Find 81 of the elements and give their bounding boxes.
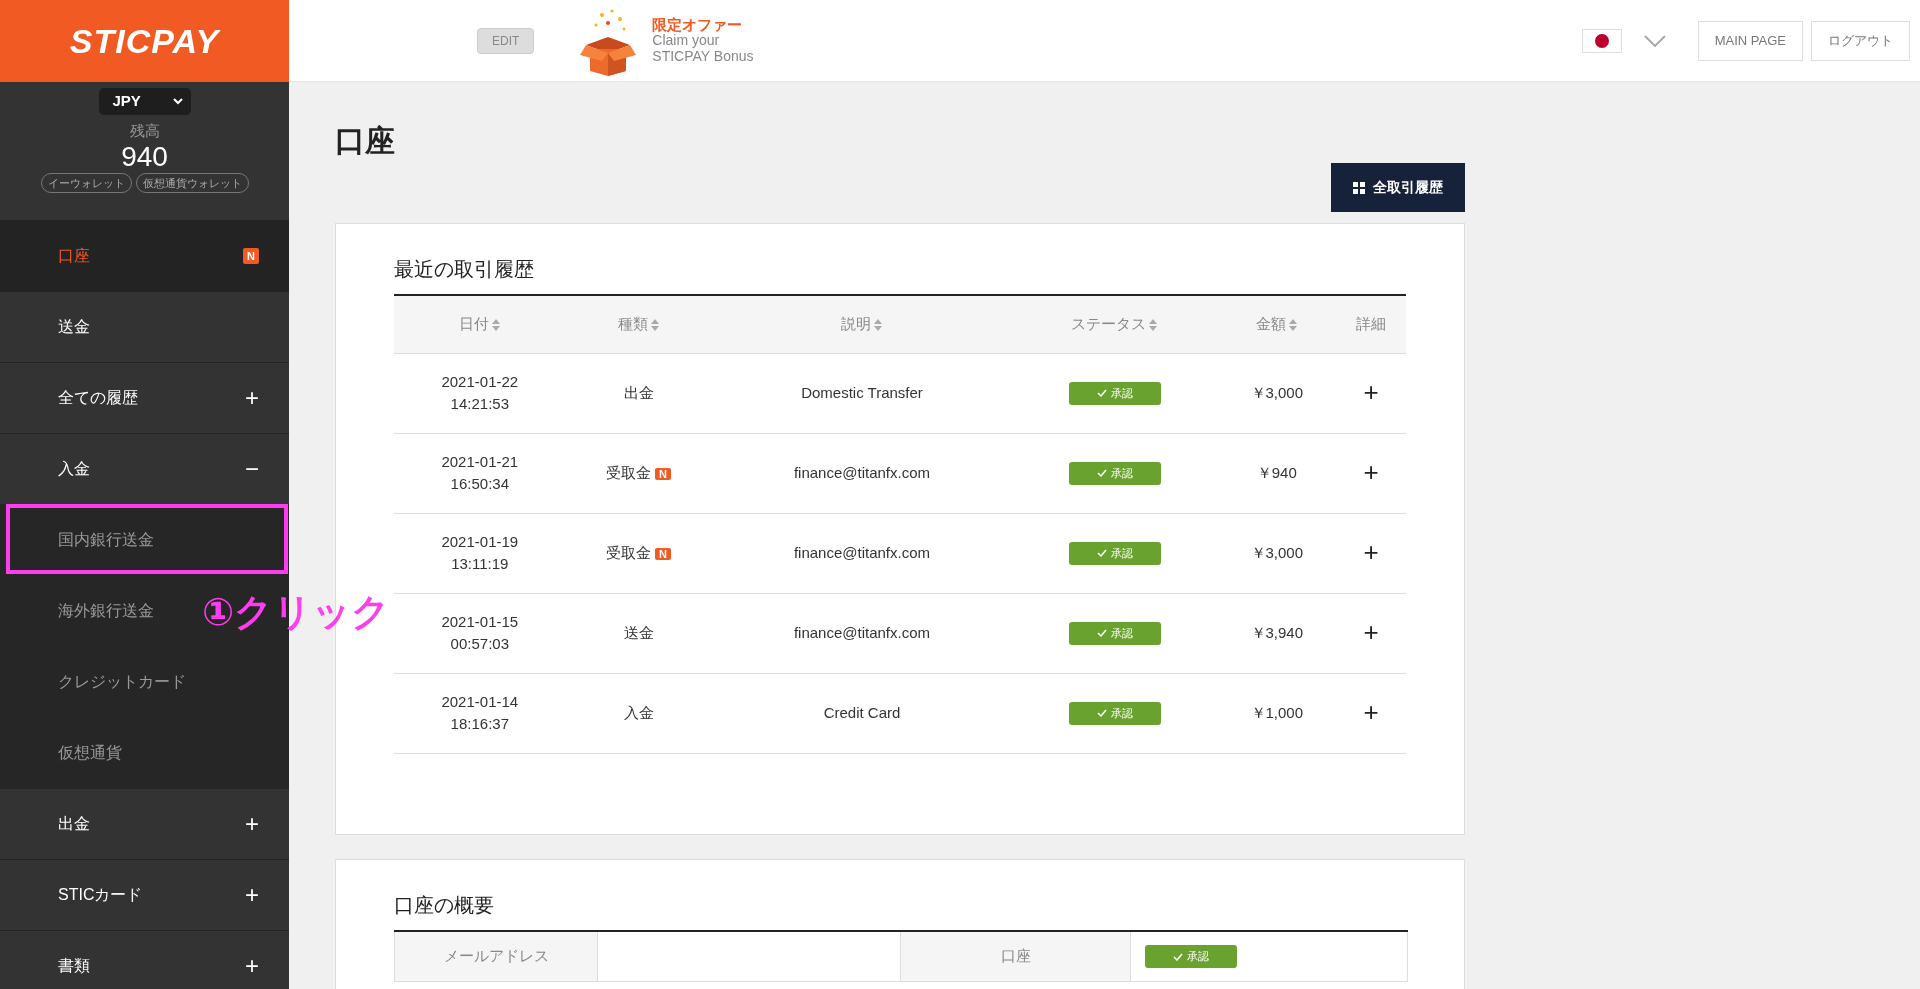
type-text: 入金 (623, 703, 654, 721)
type-text: 送金 (623, 623, 654, 641)
table-cell: ￥3,940 (1217, 593, 1337, 673)
check-icon (1096, 389, 1107, 398)
date-text: 2021-01-15 (440, 611, 520, 632)
logout-button[interactable]: ログアウト (1811, 20, 1910, 61)
menu-label: 入金 (58, 459, 90, 479)
status-badge: 承認 (1068, 541, 1161, 565)
page-title: 口座 (335, 123, 396, 159)
chevron-down-icon (172, 97, 183, 105)
table-cell: Domestic Transfer (711, 353, 1013, 433)
table-cell: Credit Card (711, 673, 1013, 753)
all-history-button[interactable]: 全取引履歴 (1331, 163, 1465, 212)
submenu-item[interactable]: 国内銀行送金 (58, 528, 154, 552)
promo-text: STICPAY Bonus (652, 48, 754, 65)
flag-icon[interactable] (1581, 28, 1622, 53)
toggle-icon[interactable]: + (245, 883, 259, 907)
table-cell: finance@titanfx.com (711, 513, 1013, 593)
table-cell: finance@titanfx.com (711, 433, 1013, 513)
submenu-item[interactable]: 海外銀行送金 (58, 599, 154, 623)
column-header[interactable]: 日付 (394, 295, 566, 353)
expand-button[interactable]: + (1363, 536, 1379, 567)
new-badge: N (655, 467, 671, 480)
promo-text: Claim your (652, 33, 721, 49)
expand-button[interactable]: + (1363, 456, 1379, 487)
menu-label: 書類 (58, 956, 90, 976)
toggle-icon[interactable]: + (245, 954, 259, 978)
time-text: 00:57:03 (449, 634, 510, 654)
balance-label: 残高 (129, 120, 160, 141)
expand-button[interactable]: + (1363, 696, 1379, 727)
time-text: 14:21:53 (449, 394, 510, 414)
table-cell: 口座 (900, 931, 1131, 981)
status-badge: 承認 (1068, 701, 1161, 725)
table-cell: メールアドレス (394, 931, 598, 981)
status-badge: 承認 (1068, 381, 1161, 405)
table-cell: finance@titanfx.com (711, 593, 1013, 673)
new-badge: N (655, 547, 671, 560)
check-icon (1096, 709, 1107, 718)
status-badge: 承認 (1068, 461, 1161, 485)
menu-label: 全ての履歴 (58, 388, 138, 408)
check-icon (1173, 952, 1183, 961)
submenu-item[interactable]: クレジットカード (58, 670, 186, 694)
balance-amount: 940 (121, 142, 168, 173)
column-header: 詳細 (1336, 295, 1406, 353)
time-text: 13:11:19 (450, 554, 510, 574)
date-text: 2021-01-19 (440, 531, 520, 552)
date-text: 2021-01-21 (440, 451, 520, 472)
table-cell: ￥940 (1217, 433, 1337, 513)
section-title: 口座の概要 (394, 893, 495, 918)
check-icon (1096, 469, 1107, 478)
time-text: 16:50:34 (449, 474, 510, 494)
currency-select[interactable]: JPY (98, 88, 191, 115)
toggle-icon[interactable]: + (245, 812, 259, 836)
menu-label: 出金 (58, 814, 90, 834)
table-cell: ￥3,000 (1217, 353, 1337, 433)
main-page-button[interactable]: MAIN PAGE (1697, 20, 1803, 61)
status-badge: 承認 (1145, 945, 1237, 968)
table-cell: ￥3,000 (1217, 513, 1337, 593)
section-title: 最近の取引履歴 (394, 257, 535, 282)
toggle-icon[interactable]: − (245, 457, 259, 481)
new-badge: N (243, 248, 259, 264)
grid-icon (1353, 181, 1365, 194)
check-icon (1096, 629, 1107, 638)
expand-button[interactable]: + (1363, 616, 1379, 647)
date-text: 2021-01-22 (440, 371, 520, 392)
submenu-item[interactable]: 仮想通貨 (58, 741, 122, 765)
time-text: 18:16:37 (449, 714, 510, 734)
type-text: 受取金 (606, 463, 652, 481)
menu-label: 送金 (58, 317, 90, 337)
menu-item[interactable]: 口座 N (0, 220, 289, 291)
type-text: 出金 (623, 383, 654, 401)
table-cell: ￥1,000 (1217, 673, 1337, 753)
menu-label: 口座 (58, 246, 90, 266)
type-text: 受取金 (606, 543, 652, 561)
chevron-down-icon (1643, 34, 1666, 47)
status-badge: 承認 (1068, 621, 1161, 645)
expand-button[interactable]: + (1363, 376, 1379, 407)
check-icon (1096, 549, 1107, 558)
date-text: 2021-01-14 (440, 691, 520, 712)
toggle-icon[interactable]: + (245, 386, 259, 410)
menu-label: STICカード (58, 885, 143, 905)
